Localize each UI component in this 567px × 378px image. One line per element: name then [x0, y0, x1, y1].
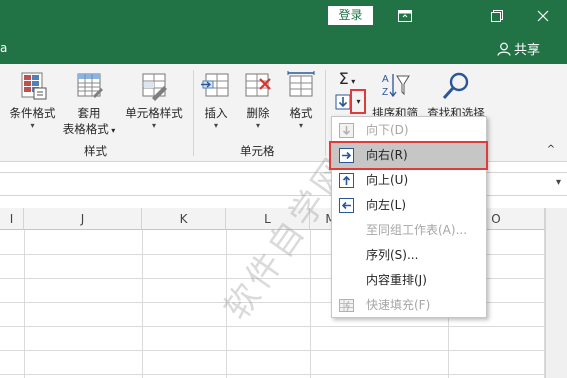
share-button[interactable]: 共享 [497, 39, 540, 58]
grid-line [142, 230, 143, 378]
chevron-down-icon: ▾ [30, 121, 35, 130]
fill-left-icon [339, 198, 354, 213]
autosum-icon: Σ [338, 69, 349, 88]
delete-cells-icon [245, 73, 271, 97]
menu-item-flash-fill[interactable]: 快速填充(F) [332, 293, 486, 318]
column-header-i[interactable]: I [0, 208, 24, 230]
cells-group-label: 单元格 [240, 144, 275, 158]
grid-line [0, 374, 545, 375]
fill-down-icon [339, 123, 354, 138]
person-icon [497, 42, 511, 56]
restore-icon[interactable] [475, 0, 519, 31]
format-as-table-label-2: 表格格式 [62, 122, 109, 136]
chevron-down-icon: ▾ [298, 121, 303, 130]
menu-item-label: 内容重排(J) [366, 273, 427, 287]
svg-text:Z: Z [382, 87, 388, 98]
column-header-k[interactable]: K [142, 208, 226, 230]
chevron-down-icon: ▾ [151, 121, 156, 130]
group-divider [325, 70, 326, 156]
collapse-ribbon-icon[interactable]: ^ [544, 144, 558, 155]
flash-fill-icon [339, 299, 354, 312]
menu-item-label: 快速填充(F) [366, 298, 431, 312]
menu-item-series[interactable]: 序列(S)... [332, 243, 486, 268]
format-label: 格式 [289, 106, 313, 120]
fill-up-icon [339, 173, 354, 188]
grid-line [0, 326, 545, 327]
insert-label: 插入 [204, 106, 228, 120]
menu-item-label: 至同组工作表(A)... [366, 223, 468, 237]
menu-item-label: 序列(S)... [366, 248, 419, 262]
chevron-down-icon: ▾ [213, 121, 218, 130]
title-bar: 登录 [0, 0, 567, 31]
login-button[interactable]: 登录 [328, 6, 373, 25]
grid-line [24, 230, 25, 378]
highlight-box-fill-right [329, 141, 488, 170]
menu-item-justify[interactable]: 内容重排(J) [332, 268, 486, 293]
highlight-box-fill-arrow [350, 89, 366, 114]
tab-fragment[interactable]: a [0, 41, 7, 55]
menu-item-fill-down[interactable]: 向下(D) [332, 118, 486, 143]
sort-filter-icon: A Z [382, 74, 410, 98]
share-label: 共享 [514, 43, 541, 58]
menu-item-label: 向下(D) [366, 123, 409, 137]
conditional-formatting-icon [21, 72, 46, 100]
autosum-button[interactable]: Σ ▾ [333, 70, 361, 90]
menu-item-label: 向上(U) [366, 173, 409, 187]
styles-group-label: 样式 [84, 144, 107, 158]
grid-line [310, 230, 311, 378]
menu-item-fill-up[interactable]: 向上(U) [332, 168, 486, 193]
ribbon-tab-row: a 共享 [0, 31, 567, 64]
expand-formula-bar-icon[interactable]: ▾ [556, 177, 561, 188]
find-select-button[interactable]: 查找和选择 [422, 70, 490, 121]
conditional-formatting-button[interactable]: 条件格式 ▾ [5, 70, 60, 131]
menu-item-fill-left[interactable]: 向左(L) [332, 193, 486, 218]
menu-item-label: 向左(L) [366, 198, 407, 212]
menu-item-across-worksheets[interactable]: 至同组工作表(A)... [332, 218, 486, 243]
insert-cells-button[interactable]: 插入 ▾ [198, 70, 234, 131]
magnifier-icon [442, 72, 469, 100]
cell-styles-icon [142, 73, 167, 101]
column-header-j[interactable]: J [24, 208, 142, 230]
insert-cells-icon [201, 73, 229, 97]
format-as-table-icon [77, 73, 103, 98]
format-as-table-label-1: 套用 [77, 106, 101, 120]
group-divider [193, 70, 194, 156]
format-as-table-button[interactable]: 套用 表格格式 ▾ [60, 70, 118, 137]
ribbon-display-options-icon[interactable] [383, 0, 427, 31]
cell-styles-button[interactable]: 单元格样式 ▾ [120, 70, 188, 131]
delete-cells-button[interactable]: 删除 ▾ [238, 70, 278, 131]
fill-down-icon [335, 94, 350, 110]
grid-line [0, 350, 545, 351]
vertical-scrollbar[interactable] [545, 208, 567, 378]
format-cells-icon [287, 71, 315, 97]
close-icon[interactable] [521, 0, 565, 31]
delete-label: 删除 [246, 106, 270, 120]
chevron-down-icon: ▾ [255, 121, 260, 130]
conditional-formatting-label: 条件格式 [9, 106, 56, 120]
format-cells-button[interactable]: 格式 ▾ [282, 70, 320, 131]
cell-styles-label: 单元格样式 [125, 106, 183, 120]
svg-text:A: A [382, 74, 389, 85]
